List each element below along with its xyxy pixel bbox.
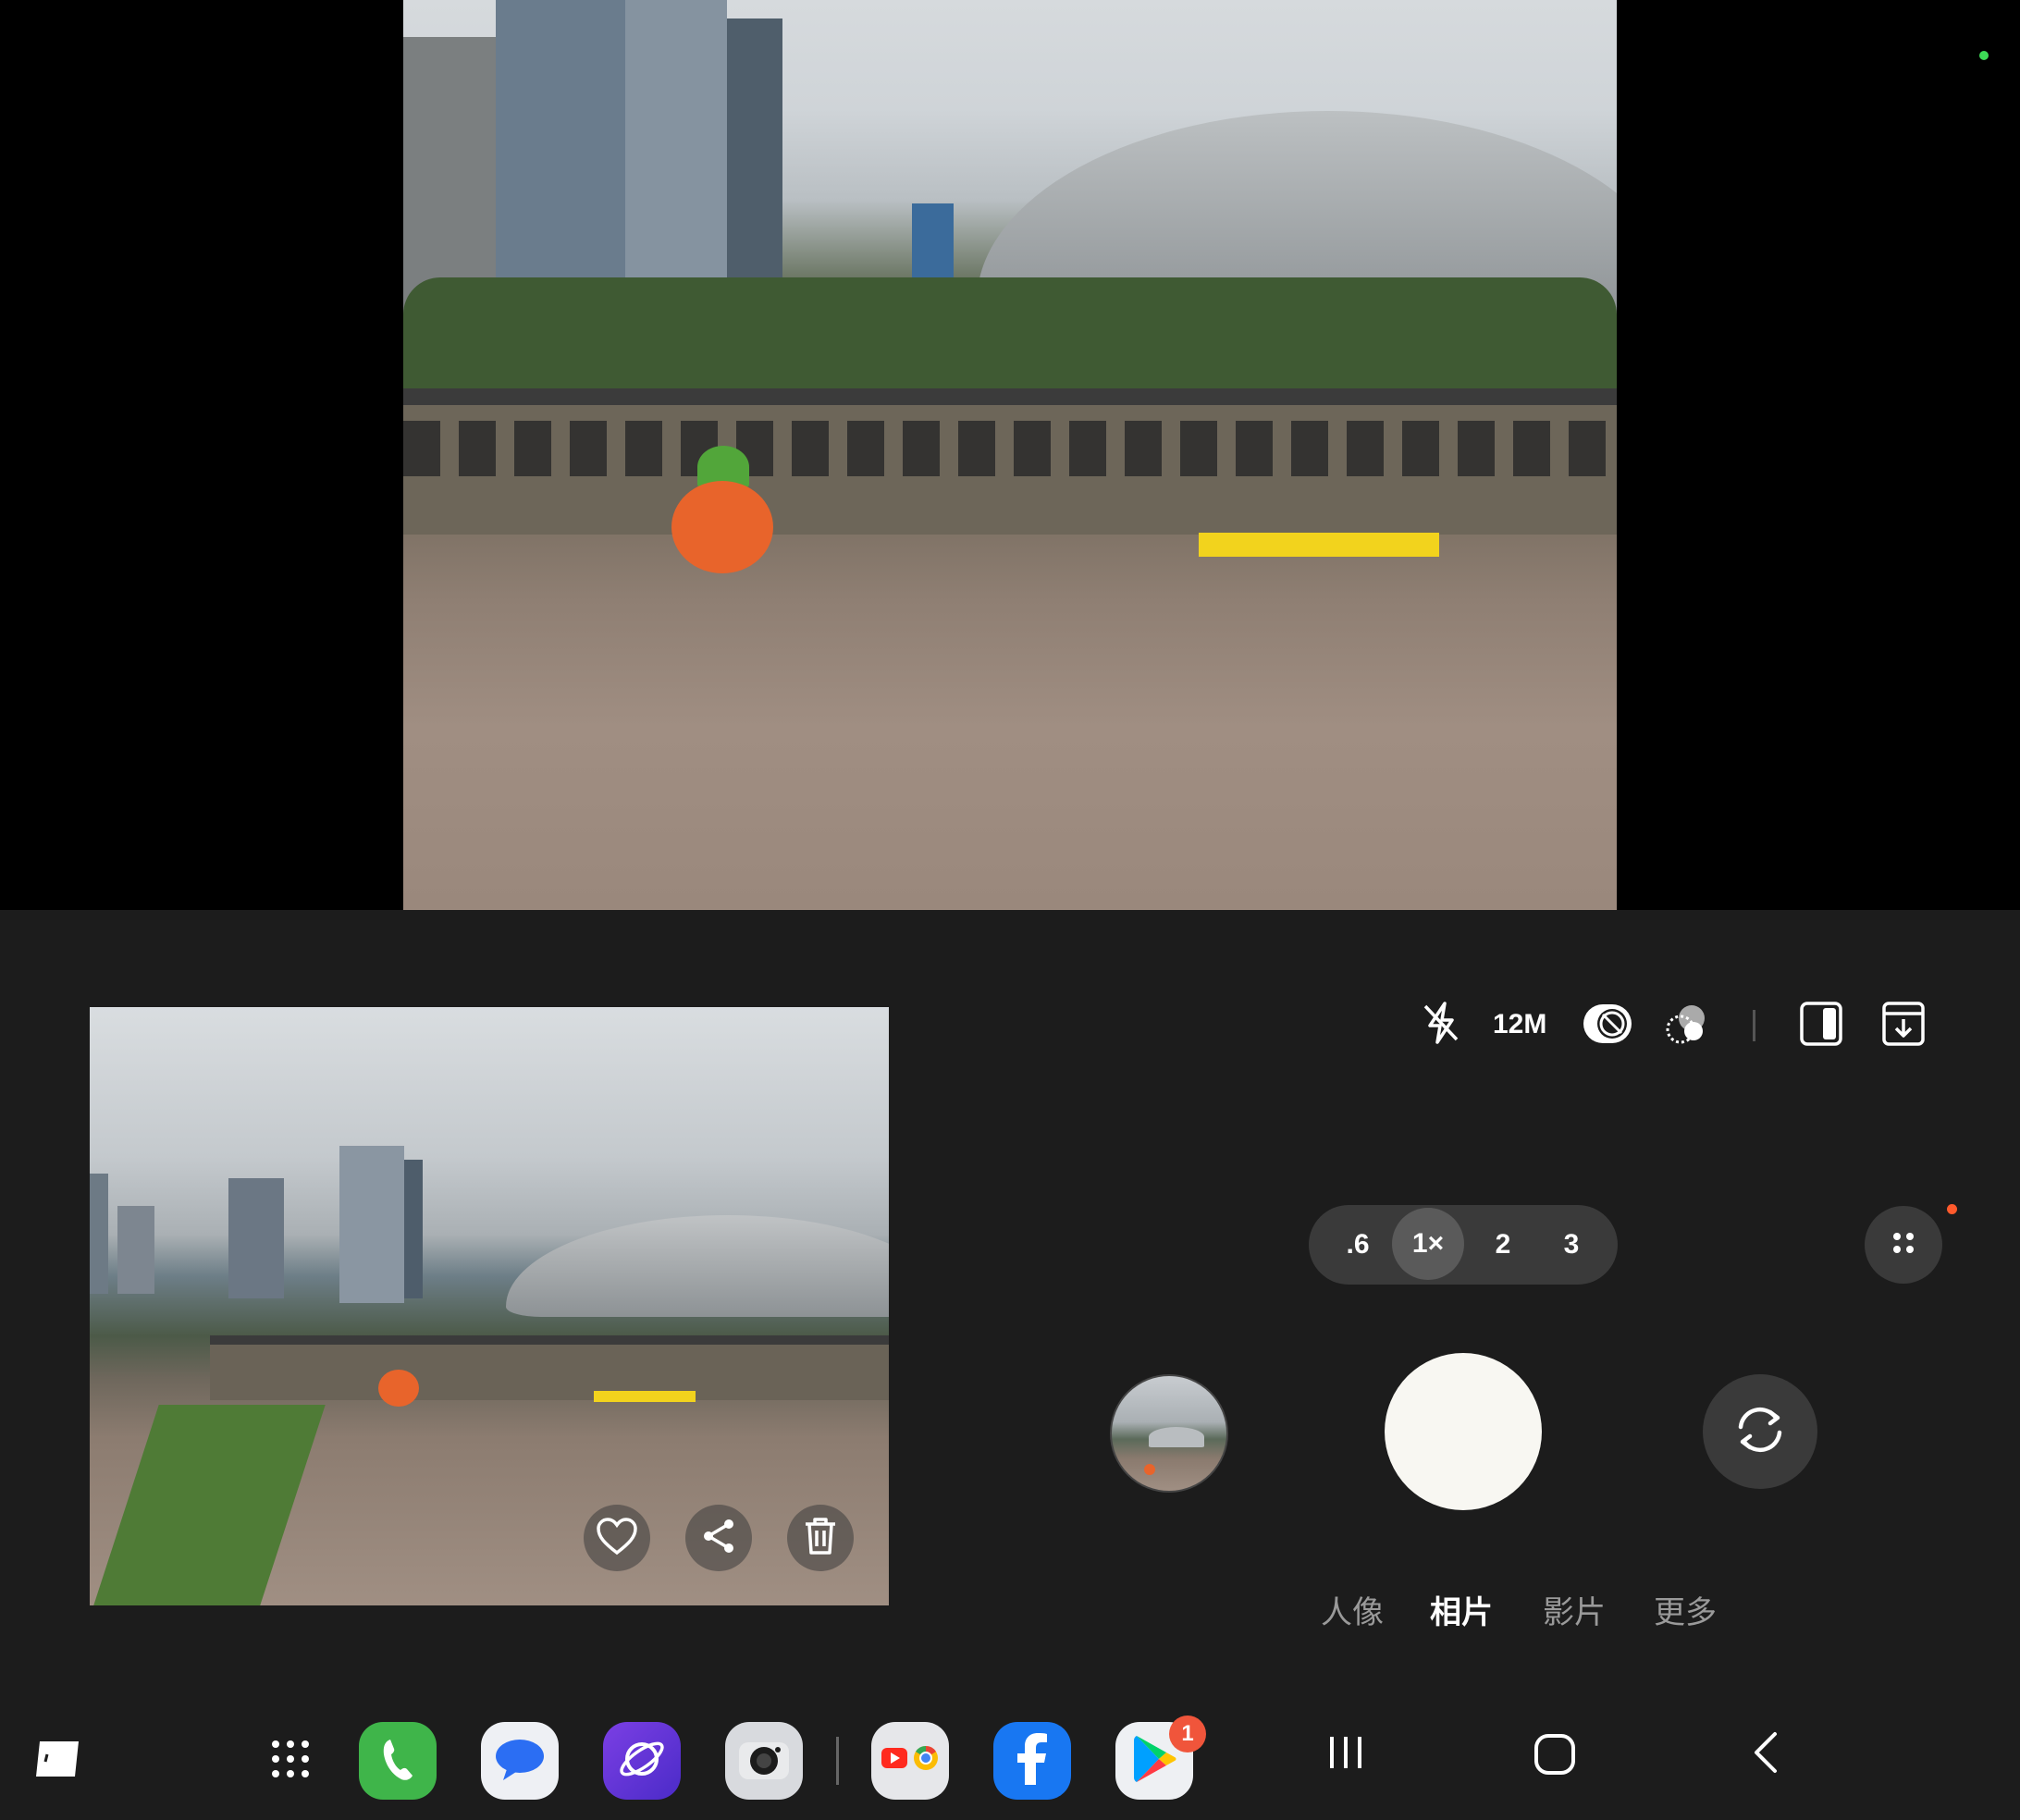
mode-photo[interactable]: 相片 xyxy=(1430,1587,1493,1632)
yellow-tent xyxy=(1199,533,1439,557)
mode-more[interactable]: 更多 xyxy=(1654,1587,1717,1632)
mode-video[interactable]: 影片 xyxy=(1543,1587,1606,1632)
skyscraper xyxy=(404,1160,423,1298)
grass-area xyxy=(90,1405,326,1605)
building xyxy=(403,37,496,314)
building xyxy=(90,1174,108,1294)
edge-panel-icon xyxy=(32,1738,82,1785)
new-feature-dot xyxy=(1947,1204,1957,1214)
carrot-mascot xyxy=(671,481,773,573)
flash-off-icon xyxy=(1421,1001,1461,1050)
settings-download-icon xyxy=(1881,1001,1926,1051)
share-button[interactable] xyxy=(685,1505,752,1571)
recents-icon xyxy=(1326,1733,1365,1777)
building xyxy=(117,1206,154,1294)
thumbnail-dome xyxy=(1149,1427,1204,1447)
camera-in-use-indicator xyxy=(1979,51,1989,60)
home-button[interactable] xyxy=(1530,1731,1580,1781)
toolbar-divider xyxy=(1753,1010,1755,1041)
zoom-option-3[interactable]: 3 xyxy=(1536,1221,1607,1269)
trees xyxy=(403,277,1617,398)
skyscraper xyxy=(727,18,782,296)
share-icon xyxy=(699,1517,738,1560)
building xyxy=(228,1178,284,1298)
facebook-app[interactable] xyxy=(993,1722,1071,1800)
zoom-option-2[interactable]: 2 xyxy=(1468,1221,1538,1269)
mode-portrait[interactable]: 人像 xyxy=(1321,1587,1384,1632)
back-button[interactable] xyxy=(1743,1731,1789,1777)
recents-button[interactable] xyxy=(1323,1731,1369,1777)
thumbnail-carrot xyxy=(1144,1464,1155,1475)
filter-button[interactable] xyxy=(1663,1002,1709,1049)
edge-panel-handle[interactable] xyxy=(18,1731,96,1790)
hall-windows xyxy=(403,421,1617,476)
phone-app[interactable] xyxy=(359,1722,437,1800)
camera-app[interactable] xyxy=(725,1722,803,1800)
settings-button[interactable] xyxy=(1880,1001,1927,1051)
zoom-option-0.6[interactable]: .6 xyxy=(1323,1221,1393,1269)
chat-bubble-icon xyxy=(492,1734,548,1789)
phone-icon xyxy=(376,1734,420,1789)
flash-toggle[interactable] xyxy=(1419,1001,1463,1050)
carrot-mascot xyxy=(378,1370,419,1407)
yellow-tent xyxy=(594,1391,696,1402)
app-drawer-button[interactable] xyxy=(252,1722,329,1800)
aspect-ratio-icon xyxy=(1799,1001,1843,1051)
camera-viewfinder[interactable] xyxy=(403,0,1617,910)
home-icon xyxy=(1533,1733,1576,1780)
youtube-chrome-folder[interactable] xyxy=(871,1722,949,1800)
delete-button[interactable] xyxy=(787,1505,854,1571)
heart-icon xyxy=(596,1517,638,1560)
camera-more-options-button[interactable] xyxy=(1865,1206,1942,1284)
camera-switch-icon xyxy=(1730,1399,1791,1465)
switch-camera-button[interactable] xyxy=(1703,1374,1817,1489)
planet-icon xyxy=(615,1732,669,1790)
folder-apps-icon xyxy=(880,1740,941,1782)
old-hall-building xyxy=(210,1335,889,1400)
back-arrow-icon xyxy=(1749,1730,1782,1779)
shutter-button[interactable] xyxy=(1385,1353,1542,1510)
gallery-thumbnail[interactable] xyxy=(1110,1374,1228,1493)
apps-grid-icon xyxy=(268,1737,313,1786)
camera-icon xyxy=(735,1735,793,1788)
filter-icon xyxy=(1664,1002,1708,1051)
facebook-icon xyxy=(1006,1729,1058,1793)
favorite-button[interactable] xyxy=(584,1505,650,1571)
grid-dots-icon xyxy=(1890,1229,1917,1261)
dome-stadium xyxy=(506,1215,889,1317)
photo-preview[interactable] xyxy=(90,1007,889,1605)
skyscraper xyxy=(339,1146,404,1303)
motion-photo-off-icon xyxy=(1582,1002,1633,1050)
internet-app[interactable] xyxy=(603,1722,681,1800)
notification-badge: 1 xyxy=(1169,1715,1206,1752)
aspect-ratio-button[interactable] xyxy=(1798,1001,1844,1051)
motion-photo-toggle[interactable] xyxy=(1582,1002,1633,1049)
skyscraper xyxy=(496,0,625,324)
dock-divider xyxy=(836,1737,839,1785)
viewfinder-area[interactable] xyxy=(0,0,2020,910)
resolution-button[interactable]: 12M xyxy=(1493,1009,1546,1040)
trash-icon xyxy=(802,1516,839,1561)
zoom-option-1x[interactable]: 1× xyxy=(1392,1208,1464,1280)
messages-app[interactable] xyxy=(481,1722,559,1800)
